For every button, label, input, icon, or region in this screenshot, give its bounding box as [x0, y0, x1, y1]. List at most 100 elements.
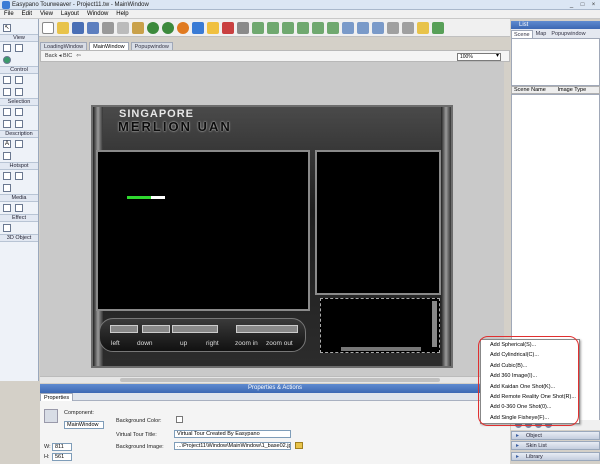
publish-icon[interactable]: [177, 21, 189, 34]
back-button[interactable]: Back ◂ BIC: [45, 53, 72, 59]
group-skin-list[interactable]: Skin List: [511, 441, 600, 450]
properties-header[interactable]: Properties & Actions: [40, 384, 510, 393]
selection-list-tool-icon[interactable]: [3, 120, 11, 128]
spot-tool-icon[interactable]: [3, 184, 11, 192]
tool-panel: ↖ View Control Selection Description A H…: [0, 19, 39, 381]
scroll-thumb[interactable]: [120, 378, 440, 382]
menu-view[interactable]: View: [36, 11, 57, 17]
minimize-button[interactable]: _: [567, 1, 576, 9]
align-right-icon[interactable]: [282, 21, 294, 34]
nav-down-button[interactable]: [142, 325, 170, 333]
save-icon[interactable]: [72, 21, 84, 34]
group-library[interactable]: Library: [511, 452, 600, 461]
nav-label-up: up: [180, 340, 188, 347]
tab-mainwindow[interactable]: MainWindow: [89, 42, 129, 50]
same-width-icon[interactable]: [342, 21, 354, 34]
open-folder-icon[interactable]: [57, 21, 69, 34]
bg-image-field[interactable]: ...\Project11\Window\MainWindow\1_base02…: [174, 442, 291, 450]
new-file-icon[interactable]: [42, 21, 54, 34]
redo-icon[interactable]: [162, 21, 174, 34]
panorama-viewer[interactable]: [96, 150, 310, 311]
undo-icon[interactable]: [147, 21, 159, 34]
title-bar: Easypano Tourweaver - Project11.tw - Mai…: [0, 0, 600, 10]
dropdown-tool-icon[interactable]: [15, 108, 23, 116]
nav-left-button[interactable]: [110, 325, 138, 333]
align-left-icon[interactable]: [252, 21, 264, 34]
bg-color-label: Background Color:: [116, 418, 162, 424]
align-bottom-icon[interactable]: [327, 21, 339, 34]
list-panel-header[interactable]: List: [511, 21, 600, 29]
nav-label-down: down: [137, 340, 153, 347]
paste-icon[interactable]: [132, 21, 144, 34]
col-image-type[interactable]: Image Type: [556, 87, 600, 93]
gallery-icon[interactable]: [207, 21, 219, 34]
image-tool-icon[interactable]: [15, 140, 23, 148]
hotspot-tool-icon[interactable]: [3, 172, 11, 180]
thumbnail-viewer[interactable]: [315, 150, 441, 295]
copy-icon[interactable]: [117, 21, 129, 34]
rich-text-tool-icon[interactable]: [3, 152, 11, 160]
thumbnail-tool-icon[interactable]: [3, 108, 11, 116]
height-field[interactable]: 561: [52, 453, 72, 461]
menu-window[interactable]: Window: [83, 11, 112, 17]
button-tool-icon[interactable]: [3, 76, 11, 84]
align-center-icon[interactable]: [267, 21, 279, 34]
text-tool-icon[interactable]: A: [3, 140, 11, 148]
lock-icon[interactable]: [417, 21, 429, 34]
menu-file[interactable]: File: [0, 11, 18, 17]
globe-tool-icon[interactable]: [3, 56, 11, 64]
same-height-icon[interactable]: [357, 21, 369, 34]
component-field[interactable]: MainWindow: [64, 421, 104, 429]
nav-zoom-button[interactable]: [236, 325, 298, 333]
map-viewer[interactable]: [320, 298, 440, 353]
bg-color-swatch[interactable]: [176, 416, 183, 423]
slider-tool-icon[interactable]: [15, 76, 23, 84]
tab-map[interactable]: Map: [534, 30, 549, 38]
preview-icon[interactable]: [192, 21, 204, 34]
radar-tool-icon[interactable]: [15, 44, 23, 52]
maximize-button[interactable]: □: [578, 1, 587, 9]
nav-up-right-button[interactable]: [172, 325, 218, 333]
settings-icon[interactable]: [237, 21, 249, 34]
browse-folder-icon[interactable]: [295, 442, 303, 449]
map-hscrollbar[interactable]: [341, 347, 421, 351]
tab-popupwindow[interactable]: Popupwindow: [130, 42, 173, 50]
scene-tree[interactable]: [511, 38, 600, 86]
video-tool-icon[interactable]: [3, 204, 11, 212]
tab-popupwindow-list[interactable]: Popupwindow: [549, 30, 587, 38]
space-h-icon[interactable]: [387, 21, 399, 34]
menu-help[interactable]: Help: [112, 11, 132, 17]
list-tabs: Scene Map Popupwindow: [511, 29, 600, 38]
arrow-left-icon[interactable]: ⇦: [76, 53, 81, 59]
main-toolbar: [0, 19, 510, 37]
scene-icon[interactable]: [222, 21, 234, 34]
combo-tool-icon[interactable]: [3, 88, 11, 96]
space-v-icon[interactable]: [402, 21, 414, 34]
width-field[interactable]: 811: [52, 443, 72, 451]
same-size-icon[interactable]: [372, 21, 384, 34]
menu-edit[interactable]: Edit: [18, 11, 36, 17]
zoom-select[interactable]: 100%: [457, 53, 501, 61]
polygon-hotspot-tool-icon[interactable]: [15, 172, 23, 180]
grid-icon[interactable]: [432, 21, 444, 34]
align-middle-icon[interactable]: [312, 21, 324, 34]
save-as-icon[interactable]: [87, 21, 99, 34]
cut-icon[interactable]: [102, 21, 114, 34]
group-object[interactable]: Object: [511, 431, 600, 440]
compass-tool-icon[interactable]: [3, 44, 11, 52]
effect-tool-icon[interactable]: [3, 224, 11, 232]
col-scene-name[interactable]: Scene Name: [512, 87, 556, 93]
map-scrollbar[interactable]: [432, 301, 437, 347]
pointer-tool-icon[interactable]: ↖: [3, 24, 11, 32]
close-button[interactable]: ×: [589, 1, 598, 9]
canvas-hscrollbar[interactable]: [40, 376, 504, 383]
tab-loadingwindow[interactable]: LoadingWindow: [40, 42, 88, 50]
list-tool-icon[interactable]: [15, 88, 23, 96]
window-title: Easypano Tourweaver - Project11.tw - Mai…: [12, 1, 149, 8]
music-tool-icon[interactable]: [15, 204, 23, 212]
tour-title-field[interactable]: Virtual Tour Created By Easypano: [174, 430, 291, 438]
slide-tool-icon[interactable]: [15, 120, 23, 128]
tab-scene[interactable]: Scene: [511, 30, 533, 38]
align-top-icon[interactable]: [297, 21, 309, 34]
menu-layout[interactable]: Layout: [57, 11, 83, 17]
